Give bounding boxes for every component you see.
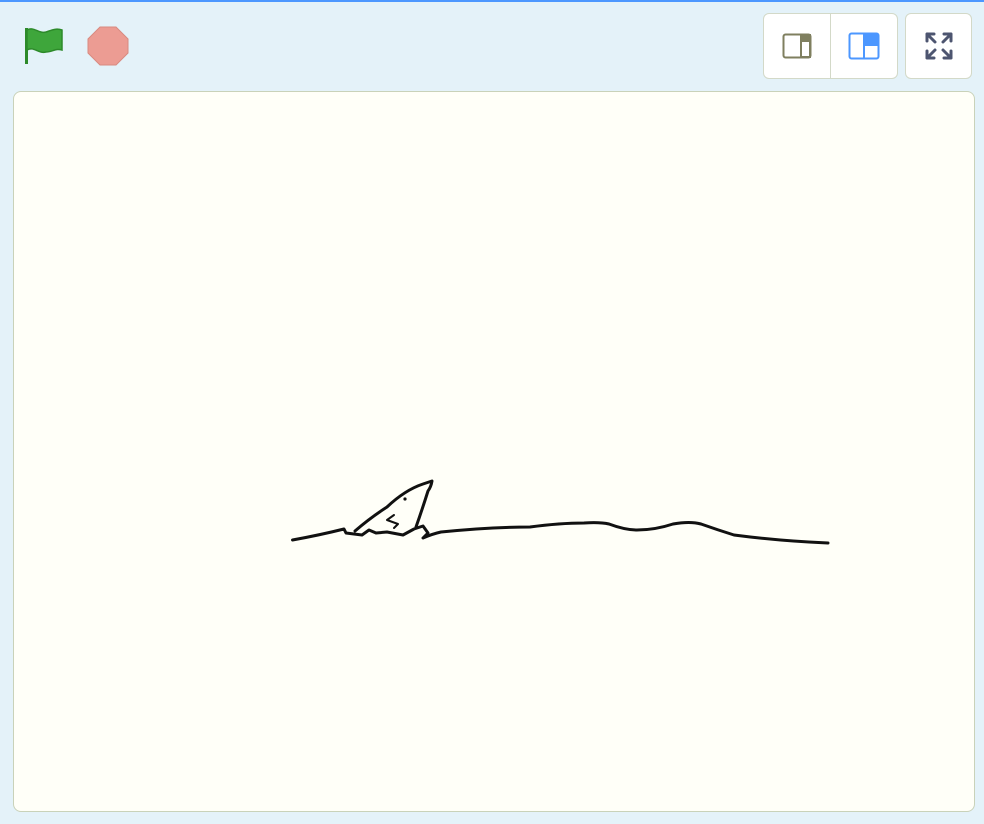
normal-stage-button[interactable] <box>830 14 897 78</box>
fullscreen-icon <box>925 32 952 60</box>
stop-button[interactable] <box>86 25 130 67</box>
normal-stage-icon <box>848 32 880 60</box>
stage-size-toggle <box>763 13 898 79</box>
small-stage-button[interactable] <box>764 14 830 78</box>
top-border <box>0 0 984 2</box>
stage-canvas[interactable] <box>13 91 975 812</box>
small-stage-icon <box>782 33 812 59</box>
green-flag-button[interactable] <box>22 26 66 66</box>
green-flag-icon <box>25 28 63 64</box>
fullscreen-button[interactable] <box>905 13 972 79</box>
stop-sign-icon <box>87 26 129 66</box>
